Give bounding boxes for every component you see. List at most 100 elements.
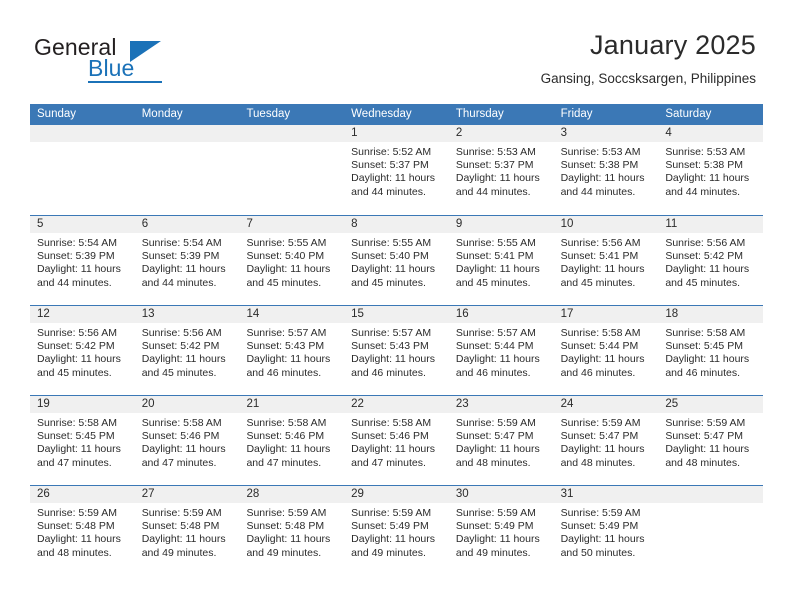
calendar-day-cell[interactable]: 27 Sunrise: 5:59 AM Sunset: 5:48 PM Dayligh… (134, 486, 240, 575)
calendar-day-cell[interactable]: 23 Sunrise: 5:59 AM Sunset: 5:47 PM Dayligh… (448, 396, 554, 485)
calendar-week-row: 19 Sunrise: 5:58 AM Sunset: 5:45 PM Dayligh… (30, 395, 764, 485)
date-band: 9 (448, 216, 554, 233)
day-details: Sunrise: 5:53 AM Sunset: 5:38 PM Daylight:… (658, 142, 763, 199)
calendar-day-cell[interactable]: 24 Sunrise: 5:59 AM Sunset: 5:47 PM Dayligh… (553, 396, 659, 485)
calendar-day-cell[interactable]: 2 Sunrise: 5:53 AM Sunset: 5:37 PM Daylight… (448, 125, 554, 215)
day-detail-line: Daylight: 11 hours (665, 353, 750, 366)
day-detail-line: Sunrise: 5:59 AM (351, 507, 432, 519)
day-detail-line: and 45 minutes. (37, 366, 112, 379)
day-detail-line: Sunrise: 5:59 AM (560, 507, 641, 519)
date-band: 12 (30, 306, 135, 323)
calendar-day-cell[interactable]: 4 Sunrise: 5:53 AM Sunset: 5:38 PM Daylight… (658, 125, 764, 215)
calendar-day-cell[interactable]: 9 Sunrise: 5:55 AM Sunset: 5:41 PM Daylight… (448, 216, 554, 305)
weekday-header-saturday: Saturday (665, 108, 712, 120)
calendar-day-cell[interactable]: 20 Sunrise: 5:58 AM Sunset: 5:46 PM Dayligh… (134, 396, 240, 485)
calendar-day-cell[interactable]: 1 Sunrise: 5:52 AM Sunset: 5:37 PM Daylight… (344, 125, 449, 215)
day-detail-line: and 45 minutes. (665, 276, 741, 289)
calendar-day-cell[interactable]: 13 Sunrise: 5:56 AM Sunset: 5:42 PM Dayligh… (134, 306, 240, 395)
day-detail-line: Sunset: 5:39 PM (37, 250, 115, 263)
calendar-day-cell[interactable]: 22 Sunrise: 5:58 AM Sunset: 5:46 PM Dayligh… (344, 396, 449, 485)
date-number: 15 (351, 308, 364, 320)
calendar-day-cell[interactable]: 18 Sunrise: 5:58 AM Sunset: 5:45 PM Dayligh… (658, 306, 764, 395)
calendar-day-cell[interactable]: 30 Sunrise: 5:59 AM Sunset: 5:49 PM Dayligh… (448, 486, 554, 575)
day-details: Sunrise: 5:59 AM Sunset: 5:49 PM Daylight:… (449, 503, 554, 560)
day-detail-line: Sunrise: 5:59 AM (141, 507, 222, 519)
date-number: 16 (455, 308, 469, 320)
calendar-day-cell[interactable]: 12 Sunrise: 5:56 AM Sunset: 5:42 PM Dayligh… (30, 306, 135, 395)
day-detail-line: and 46 minutes. (246, 366, 322, 379)
day-detail-line: Daylight: 11 hours (455, 353, 540, 366)
day-detail-line: Sunrise: 5:53 AM (560, 146, 641, 158)
date-band: 31 (553, 486, 659, 503)
day-detail-line: Sunrise: 5:56 AM (665, 237, 746, 249)
day-detail-line: Daylight: 11 hours (560, 353, 645, 366)
day-detail-line: Sunrise: 5:58 AM (141, 417, 222, 429)
day-details: Sunrise: 5:57 AM Sunset: 5:43 PM Daylight:… (344, 323, 449, 380)
calendar-day-cell[interactable]: 8 Sunrise: 5:55 AM Sunset: 5:40 PM Daylight… (344, 216, 449, 305)
day-details: Sunrise: 5:59 AM Sunset: 5:47 PM Daylight:… (449, 413, 554, 470)
calendar-day-cell[interactable]: 7 Sunrise: 5:55 AM Sunset: 5:40 PM Daylight… (239, 216, 345, 305)
calendar-day-cell[interactable]: 31 Sunrise: 5:59 AM Sunset: 5:49 PM Dayligh… (553, 486, 659, 575)
day-detail-line: and 45 minutes. (351, 276, 426, 289)
day-detail-line: and 46 minutes. (455, 366, 531, 379)
day-detail-line: Sunset: 5:49 PM (560, 520, 639, 533)
calendar-day-cell[interactable]: 19 Sunrise: 5:58 AM Sunset: 5:45 PM Dayligh… (30, 396, 135, 485)
day-detail-line: and 44 minutes. (351, 185, 426, 198)
calendar-day-cell[interactable]: 6 Sunrise: 5:54 AM Sunset: 5:39 PM Daylight… (134, 216, 240, 305)
day-detail-line: Daylight: 11 hours (455, 533, 540, 546)
calendar-grid: Sunday Monday Tuesday Wednesday Thursday Frid… (30, 104, 764, 575)
calendar-day-cell[interactable]: 28 Sunrise: 5:59 AM Sunset: 5:48 PM Dayligh… (239, 486, 345, 575)
day-detail-line: Daylight: 11 hours (455, 443, 540, 456)
day-detail-line: and 49 minutes. (351, 546, 426, 559)
calendar-day-cell[interactable]: 17 Sunrise: 5:58 AM Sunset: 5:44 PM Dayligh… (553, 306, 659, 395)
day-detail-line: Daylight: 11 hours (351, 263, 436, 276)
day-detail-line: Sunrise: 5:59 AM (455, 507, 536, 519)
day-detail-line: Daylight: 11 hours (351, 443, 436, 456)
day-details: Sunrise: 5:54 AM Sunset: 5:39 PM Daylight:… (135, 233, 240, 290)
day-detail-line: Sunrise: 5:57 AM (351, 327, 432, 339)
day-details: Sunrise: 5:55 AM Sunset: 5:40 PM Daylight:… (344, 233, 449, 290)
calendar-day-cell[interactable]: 21 Sunrise: 5:58 AM Sunset: 5:46 PM Dayligh… (239, 396, 345, 485)
day-detail-line: and 46 minutes. (560, 366, 636, 379)
date-band: 23 (448, 396, 554, 413)
day-detail-line: Sunset: 5:47 PM (560, 430, 639, 443)
day-details: Sunrise: 5:52 AM Sunset: 5:37 PM Daylight:… (344, 142, 449, 199)
day-detail-line: and 49 minutes. (455, 546, 531, 559)
day-detail-line: Sunrise: 5:55 AM (246, 237, 327, 249)
day-detail-line: Sunset: 5:48 PM (246, 520, 325, 533)
calendar-day-cell[interactable]: 15 Sunrise: 5:57 AM Sunset: 5:43 PM Dayligh… (344, 306, 449, 395)
day-details: Sunrise: 5:59 AM Sunset: 5:47 PM Daylight:… (554, 413, 659, 470)
calendar-day-cell-empty (239, 125, 345, 215)
day-detail-line: Daylight: 11 hours (141, 533, 226, 546)
date-band (239, 125, 345, 142)
calendar-day-cell[interactable]: 14 Sunrise: 5:57 AM Sunset: 5:43 PM Dayligh… (239, 306, 345, 395)
calendar-day-cell[interactable]: 16 Sunrise: 5:57 AM Sunset: 5:44 PM Dayligh… (448, 306, 554, 395)
day-detail-line: Sunset: 5:42 PM (141, 340, 220, 353)
date-band: 17 (553, 306, 659, 323)
day-detail-line: Daylight: 11 hours (455, 172, 540, 185)
calendar-day-cell[interactable]: 25 Sunrise: 5:59 AM Sunset: 5:47 PM Dayligh… (658, 396, 764, 485)
day-detail-line: Sunset: 5:46 PM (141, 430, 220, 443)
date-band: 20 (134, 396, 240, 413)
day-details: Sunrise: 5:53 AM Sunset: 5:38 PM Daylight:… (554, 142, 659, 199)
day-detail-line: Daylight: 11 hours (141, 353, 226, 366)
calendar-day-cell[interactable]: 3 Sunrise: 5:53 AM Sunset: 5:38 PM Daylight… (553, 125, 659, 215)
day-detail-line: and 48 minutes. (560, 456, 636, 469)
day-detail-line: Sunrise: 5:59 AM (455, 417, 536, 429)
day-detail-line: Sunset: 5:45 PM (665, 340, 743, 353)
date-band: 27 (134, 486, 240, 503)
calendar-day-cell[interactable]: 26 Sunrise: 5:59 AM Sunset: 5:48 PM Dayligh… (30, 486, 135, 575)
day-detail-line: Sunset: 5:46 PM (246, 430, 325, 443)
day-detail-line: Sunrise: 5:59 AM (560, 417, 641, 429)
date-band: 5 (30, 216, 135, 233)
calendar-day-cell[interactable]: 10 Sunrise: 5:56 AM Sunset: 5:41 PM Dayligh… (553, 216, 659, 305)
calendar-day-cell[interactable]: 11 Sunrise: 5:56 AM Sunset: 5:42 PM Dayligh… (658, 216, 764, 305)
calendar-day-cell[interactable]: 29 Sunrise: 5:59 AM Sunset: 5:49 PM Dayligh… (344, 486, 449, 575)
weekday-header-friday: Friday (560, 108, 593, 120)
calendar-week-row: 12 Sunrise: 5:56 AM Sunset: 5:42 PM Dayligh… (30, 305, 764, 395)
general-blue-logo[interactable]: General Blue (34, 36, 254, 86)
calendar-day-cell[interactable]: 5 Sunrise: 5:54 AM Sunset: 5:39 PM Daylight… (30, 216, 135, 305)
date-number: 31 (560, 488, 574, 500)
day-detail-line: Sunset: 5:38 PM (665, 159, 743, 172)
day-detail-line: and 48 minutes. (455, 456, 531, 469)
